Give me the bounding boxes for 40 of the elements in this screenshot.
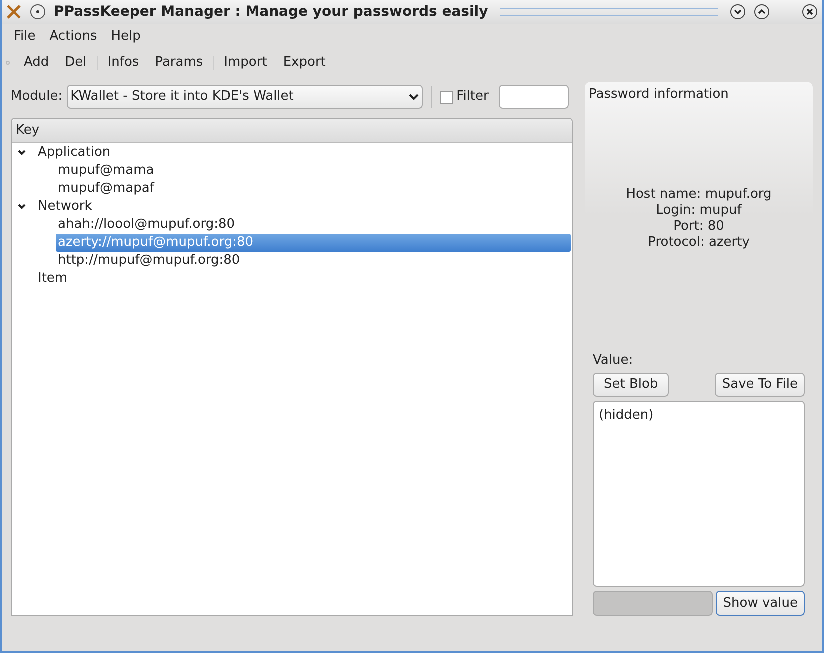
toolbar-handle-icon[interactable] xyxy=(6,61,10,65)
window-title: PPassKeeper Manager : Manage your passwords easily xyxy=(54,2,488,22)
filter-field[interactable] xyxy=(498,85,569,109)
toolbar-button[interactable]: Export xyxy=(275,52,334,74)
toolbar-button[interactable]: Del xyxy=(57,52,95,74)
app-icon xyxy=(6,4,22,20)
tree-item[interactable]: http://mupuf@mupuf.org:80 xyxy=(56,251,242,271)
filter-label: Filter xyxy=(456,88,489,106)
menu-item[interactable]: Help xyxy=(105,27,147,47)
set-blob-button[interactable]: Set Blob xyxy=(593,372,670,396)
save-to-file-button[interactable]: Save To File xyxy=(715,372,805,396)
filter-checkbox[interactable] xyxy=(440,90,453,104)
value-text: (hidden) xyxy=(599,408,654,422)
close-icon[interactable] xyxy=(802,4,818,20)
panel-title: Password information xyxy=(588,86,730,104)
pin-icon[interactable] xyxy=(30,4,46,20)
toolbar-button[interactable]: Params xyxy=(147,52,212,74)
tree-item[interactable]: Item xyxy=(36,269,70,289)
toolbar-button[interactable]: Infos xyxy=(100,52,148,74)
value-text-area[interactable]: (hidden) xyxy=(593,400,805,587)
tree-item[interactable]: mupuf@mapaf xyxy=(56,179,156,199)
value-label: Value: xyxy=(593,352,634,370)
menu-item[interactable]: File xyxy=(8,27,42,47)
info-line: Login: mupuf xyxy=(656,202,742,219)
toolbar-button[interactable]: Add xyxy=(16,52,58,74)
info-line: Port: 80 xyxy=(674,218,724,235)
minimize-icon[interactable] xyxy=(730,4,746,20)
tree-item[interactable]: Application xyxy=(36,143,113,163)
maximize-icon[interactable] xyxy=(754,4,770,20)
menu-item[interactable]: Actions xyxy=(44,27,104,47)
column-header[interactable]: Key xyxy=(12,119,572,143)
toolbar-button[interactable]: Import xyxy=(216,52,276,74)
tree-item[interactable]: ahah://loool@mupuf.org:80 xyxy=(56,215,238,235)
module-dropdown[interactable]: KWallet - Store it into KDE's Wallet xyxy=(66,85,423,109)
tree-item[interactable]: mupuf@mama xyxy=(56,161,156,181)
info-line: Host name: mupuf.org xyxy=(626,186,772,203)
info-line: Protocol: azerty xyxy=(648,234,750,251)
show-value-button[interactable]: Show value xyxy=(716,591,805,616)
module-label: Module: xyxy=(11,88,63,106)
tree-item[interactable]: Network xyxy=(36,197,94,217)
